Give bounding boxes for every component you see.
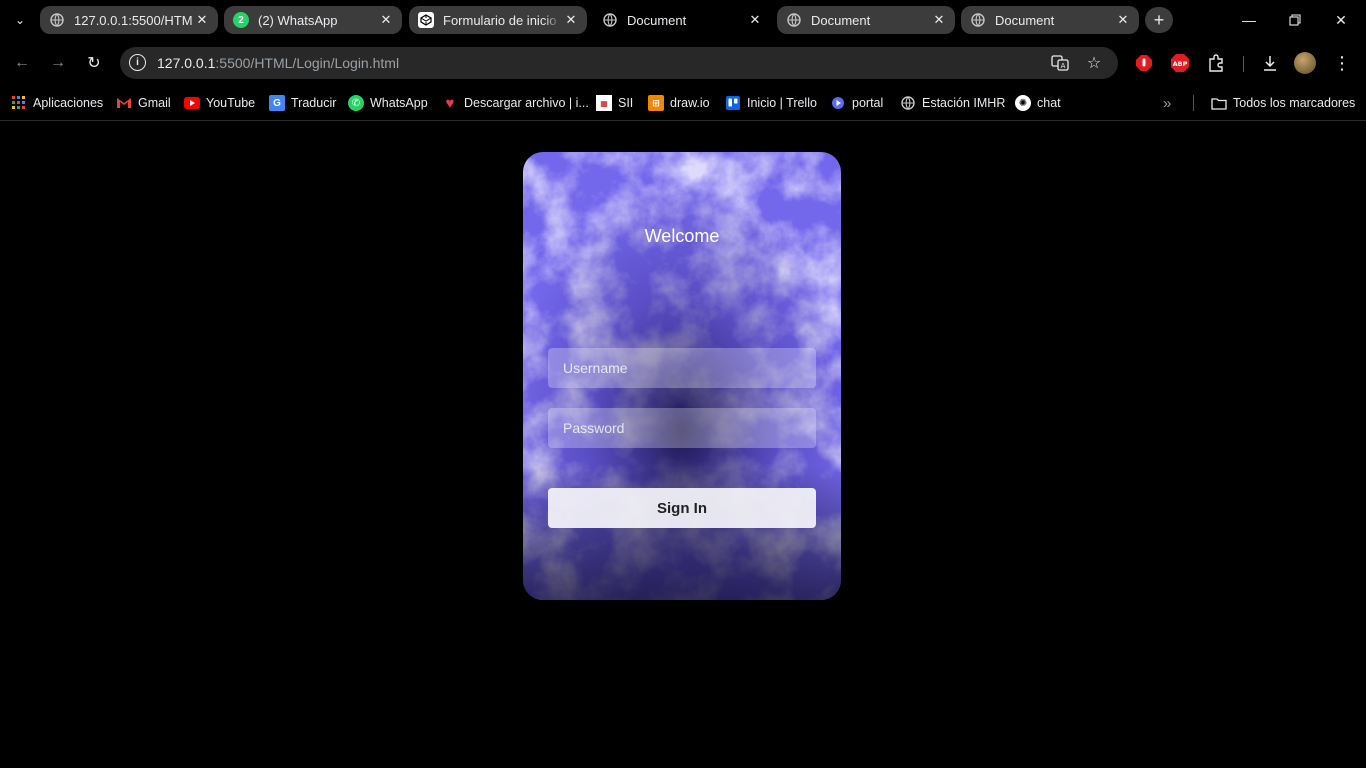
youtube-icon xyxy=(184,95,200,111)
tab-title: 127.0.0.1:5500/HTML/Login/Login.html xyxy=(74,12,192,28)
whatsapp-icon: ✆ xyxy=(348,95,364,111)
bookmark-youtube[interactable]: YouTube xyxy=(184,92,255,114)
globe-icon xyxy=(900,95,916,111)
svg-text:A: A xyxy=(1061,62,1066,70)
bookmark-chat[interactable]: ✺ chat xyxy=(1015,92,1061,114)
close-window-icon[interactable]: ✕ xyxy=(1326,8,1356,32)
tab-title: Document xyxy=(811,12,871,28)
tab-whatsapp[interactable]: 2 (2) WhatsApp ✕ xyxy=(224,6,402,34)
welcome-heading: Welcome xyxy=(644,226,720,246)
new-tab-button[interactable]: + xyxy=(1145,7,1173,33)
browser-toolbar: ← → ↻ i 127.0.0.1:5500/HTML/Login/Login.… xyxy=(0,41,1366,85)
more-menu-icon[interactable]: ⋮ xyxy=(1331,52,1353,74)
bookmark-aplicaciones[interactable]: Aplicaciones xyxy=(11,92,103,114)
bookmark-drawio[interactable]: ⊞ draw.io xyxy=(648,92,710,114)
translate-icon: G xyxy=(269,95,285,111)
password-input[interactable] xyxy=(548,408,816,448)
adblock-extension-icon[interactable]: ABP xyxy=(1169,52,1191,74)
profile-avatar[interactable] xyxy=(1294,52,1316,74)
close-tab-icon[interactable]: ✕ xyxy=(192,10,212,30)
downloads-icon[interactable] xyxy=(1259,52,1281,74)
restore-icon[interactable] xyxy=(1280,8,1310,32)
bookmark-traducir[interactable]: G Traducir xyxy=(269,92,336,114)
whatsapp-icon: 2 xyxy=(233,12,249,28)
heart-icon: ♥ xyxy=(445,94,455,112)
gmail-icon xyxy=(116,95,132,111)
chatgpt-icon: ✺ xyxy=(1015,95,1031,111)
translate-icon[interactable]: A xyxy=(1050,53,1070,73)
globe-icon xyxy=(786,12,802,28)
bookmark-descargar[interactable]: ♥ Descargar archivo | i... xyxy=(442,92,589,114)
address-bar[interactable]: i 127.0.0.1:5500/HTML/Login/Login.html A… xyxy=(120,47,1118,79)
close-tab-icon[interactable]: ✕ xyxy=(376,10,396,30)
tab-formulario[interactable]: Formulario de inicio de sesión ✕ xyxy=(409,6,587,34)
page-viewport: Welcome Sign In xyxy=(0,121,1366,768)
tab-title: (2) WhatsApp xyxy=(258,12,338,28)
bookmark-sii[interactable]: ▦ SII xyxy=(596,92,633,114)
globe-icon xyxy=(49,12,65,28)
reload-icon[interactable]: ↻ xyxy=(82,51,106,75)
stop-hand-extension-icon[interactable] xyxy=(1133,52,1155,74)
username-input[interactable] xyxy=(548,348,816,388)
extensions-puzzle-icon[interactable] xyxy=(1205,52,1227,74)
codepen-icon xyxy=(418,12,434,28)
folder-icon xyxy=(1211,95,1227,111)
bookmark-portal[interactable]: portal xyxy=(830,92,883,114)
minimize-icon[interactable]: — xyxy=(1234,8,1264,32)
tab-title: Document xyxy=(995,12,1055,28)
all-bookmarks-folder[interactable]: Todos los marcadores xyxy=(1211,92,1355,114)
globe-icon xyxy=(970,12,986,28)
toolbar-divider xyxy=(1243,56,1244,72)
sign-in-button[interactable]: Sign In xyxy=(548,488,816,528)
tab-login-local[interactable]: 127.0.0.1:5500/HTML/Login/Login.html ✕ xyxy=(40,6,218,34)
bookmarks-bar: Aplicaciones Gmail YouTube G Traducir ✆ … xyxy=(0,85,1366,121)
close-tab-icon[interactable]: ✕ xyxy=(929,10,949,30)
tab-search-chevron-icon[interactable]: ⌄ xyxy=(8,9,32,31)
svg-text:ABP: ABP xyxy=(1173,60,1188,68)
bookmark-gmail[interactable]: Gmail xyxy=(116,92,171,114)
tab-strip: ⌄ 127.0.0.1:5500/HTML/Login/Login.html ✕… xyxy=(0,0,1366,41)
tab-document-active[interactable]: Document ✕ xyxy=(593,6,771,34)
tab-document[interactable]: Document ✕ xyxy=(777,6,955,34)
tab-title: Formulario de inicio de sesión xyxy=(443,12,561,28)
back-arrow-icon[interactable]: ← xyxy=(10,51,34,75)
bookmark-star-icon[interactable]: ☆ xyxy=(1084,53,1104,73)
more-bookmarks-chevron-icon[interactable]: » xyxy=(1163,92,1171,114)
bookmark-estacion-imhr[interactable]: Estación IMHR xyxy=(900,92,1005,114)
tab-title: Document xyxy=(627,12,687,28)
tab-document[interactable]: Document ✕ xyxy=(961,6,1139,34)
site-info-icon[interactable]: i xyxy=(129,54,146,71)
trello-icon xyxy=(725,95,741,111)
close-tab-icon[interactable]: ✕ xyxy=(1113,10,1133,30)
url-text[interactable]: 127.0.0.1:5500/HTML/Login/Login.html xyxy=(157,55,399,71)
sii-icon: ▦ xyxy=(596,95,612,111)
drawio-icon: ⊞ xyxy=(648,95,664,111)
apps-grid-icon xyxy=(11,95,27,111)
bookmark-trello[interactable]: Inicio | Trello xyxy=(725,92,817,114)
bookmark-whatsapp[interactable]: ✆ WhatsApp xyxy=(348,92,428,114)
login-card: Welcome Sign In xyxy=(523,152,841,600)
portal-icon xyxy=(830,95,846,111)
bookmarks-divider xyxy=(1193,95,1194,111)
close-tab-icon[interactable]: ✕ xyxy=(745,10,765,30)
forward-arrow-icon[interactable]: → xyxy=(46,51,70,75)
close-tab-icon[interactable]: ✕ xyxy=(561,10,581,30)
globe-icon xyxy=(602,12,618,28)
